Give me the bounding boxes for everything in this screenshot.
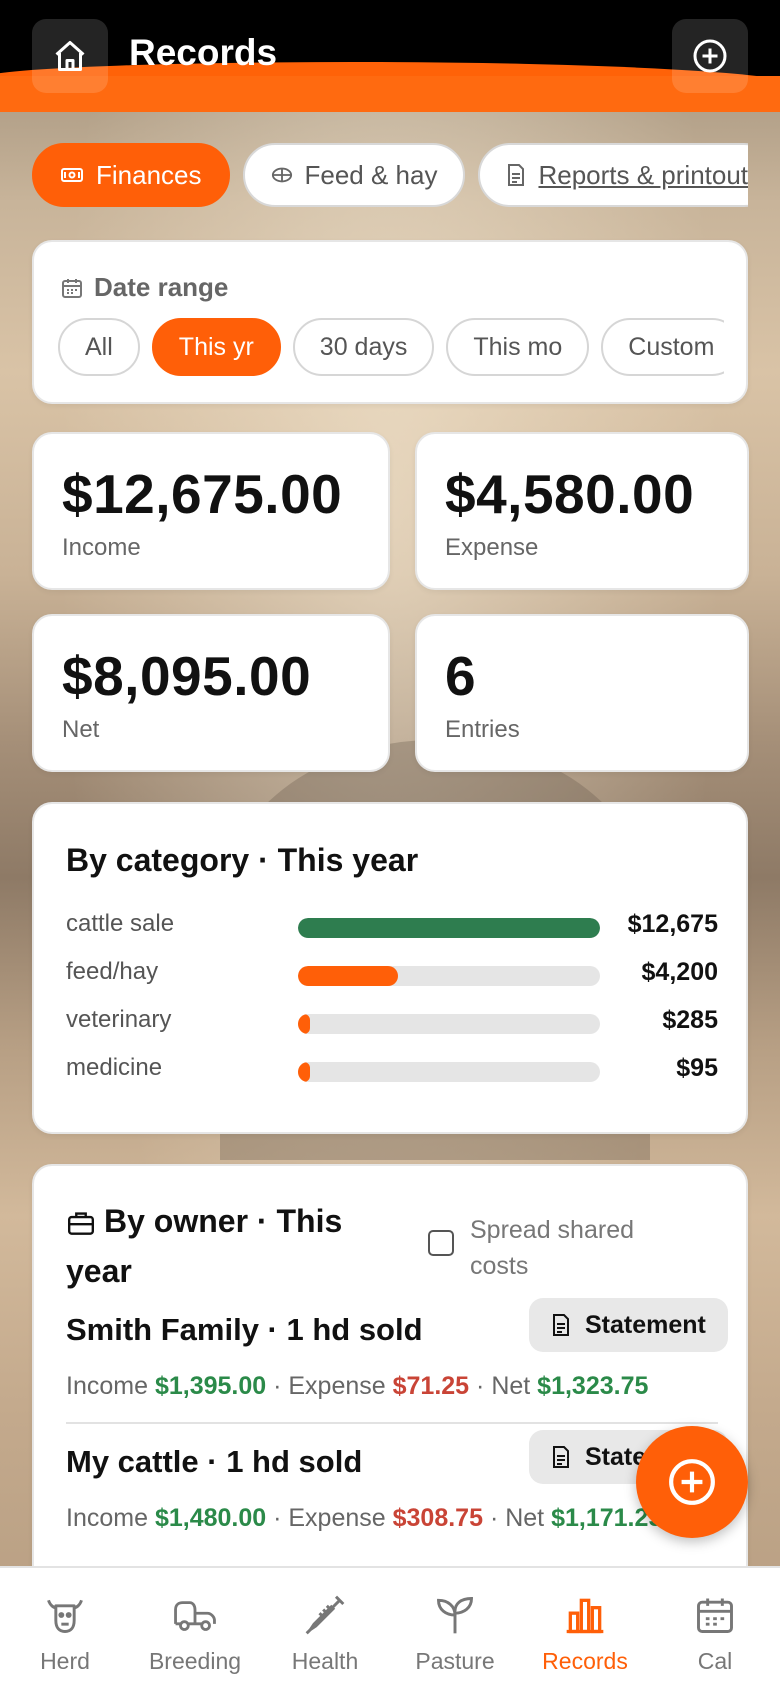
nav-breeding[interactable]: Breeding (130, 1568, 260, 1688)
header-wave-band (0, 76, 780, 112)
owner-summary: Income $1,480.00 · Expense $308.75 · Net… (66, 1504, 663, 1532)
date-range-card: Date range All This yr 30 days This mo C… (32, 240, 748, 404)
statement-button[interactable]: Statement (529, 1298, 728, 1352)
spread-checkbox[interactable] (428, 1230, 454, 1256)
category-bar-track (298, 1062, 600, 1082)
owner-income: $1,395.00 (154, 1372, 267, 1400)
sprout-icon (433, 1590, 477, 1640)
income-value: $12,675.00 (62, 463, 343, 525)
tab-feed-hay[interactable]: Feed & hay (242, 143, 466, 207)
category-row: medicine $95 (66, 1052, 718, 1086)
nav-calendar[interactable]: Cal (650, 1568, 780, 1688)
category-amount: $285 (662, 1006, 718, 1034)
category-name: feed/hay (66, 958, 159, 985)
trailer-icon (172, 1590, 218, 1640)
tab-reports[interactable]: Reports & printout (478, 143, 748, 207)
date-range-chips: All This yr 30 days This mo Custom (58, 318, 724, 378)
spread-shared-costs-toggle[interactable]: Spread shared costs (428, 1212, 670, 1284)
entries-stat-card: 6 Entries (415, 614, 749, 772)
bottom-nav: Herd Breeding Health Pasture Records Cal (0, 1566, 780, 1688)
category-name: veterinary (66, 1006, 172, 1033)
syringe-icon (303, 1590, 347, 1640)
category-bar-track (298, 966, 600, 986)
by-category-title: By category · This year (66, 842, 419, 878)
owner-expense: $308.75 (392, 1504, 483, 1532)
category-row: feed/hay $4,200 (66, 956, 718, 990)
net-value: $8,095.00 (62, 645, 312, 707)
category-amount: $12,675 (627, 910, 718, 938)
page-title: Records (129, 32, 278, 73)
nav-health[interactable]: Health (260, 1568, 390, 1688)
calendar-icon (62, 278, 82, 298)
owner-expense: $71.25 (392, 1372, 470, 1400)
category-bar-fill (298, 918, 600, 938)
money-icon (60, 165, 84, 185)
net-label: Net (62, 716, 100, 743)
home-icon (55, 41, 85, 71)
owner-name: Smith Family · 1 hd sold (66, 1312, 423, 1347)
owner-income: $1,480.00 (154, 1504, 267, 1532)
plus-circle-icon (669, 1459, 715, 1505)
category-name: medicine (66, 1054, 163, 1081)
category-amount: $4,200 (641, 958, 718, 986)
briefcase-icon (66, 1202, 96, 1248)
owner-name: My cattle · 1 hd sold (66, 1444, 363, 1479)
net-stat-card: $8,095.00 Net (32, 614, 390, 772)
add-entry-fab[interactable] (636, 1426, 748, 1538)
document-icon (553, 1314, 569, 1336)
expense-label: Expense (445, 534, 539, 561)
date-range-title: Date range (60, 272, 228, 303)
category-bar-fill (298, 966, 398, 986)
category-bar-fill (298, 1062, 311, 1082)
chip-custom[interactable]: Custom (601, 318, 724, 376)
category-row: veterinary $285 (66, 1004, 718, 1038)
add-record-button[interactable] (672, 19, 748, 93)
tab-finances[interactable]: Finances (32, 143, 230, 207)
category-bar-track (298, 918, 600, 938)
document-icon (506, 163, 526, 187)
cow-icon (42, 1590, 88, 1640)
app-header: Records (0, 0, 780, 112)
plus-circle-icon (693, 39, 727, 73)
category-bar-fill (298, 1014, 311, 1034)
income-stat-card: $12,675.00 Income (32, 432, 390, 590)
nav-records[interactable]: Records (520, 1568, 650, 1688)
owner-summary: Income $1,395.00 · Expense $71.25 · Net … (66, 1372, 649, 1400)
owner-divider (66, 1422, 718, 1424)
owner-net: $1,323.75 (537, 1372, 649, 1400)
calendar-icon (693, 1590, 737, 1640)
entries-label: Entries (445, 716, 520, 743)
chip-all[interactable]: All (58, 318, 140, 376)
nav-herd[interactable]: Herd (0, 1568, 130, 1688)
bar-chart-icon (563, 1590, 607, 1640)
home-button[interactable] (32, 19, 108, 93)
nav-pasture[interactable]: Pasture (390, 1568, 520, 1688)
records-tabs: Finances Feed & hay Reports & printout (32, 143, 748, 209)
expense-value: $4,580.00 (445, 463, 695, 525)
category-row: cattle sale $12,675 (66, 908, 718, 942)
chip-this-month[interactable]: This mo (446, 318, 590, 376)
hay-bale-icon (271, 164, 293, 186)
income-label: Income (62, 534, 141, 561)
by-owner-title: By owner · This year (66, 1202, 343, 1289)
expense-stat-card: $4,580.00 Expense (415, 432, 749, 590)
category-amount: $95 (676, 1054, 718, 1082)
category-name: cattle sale (66, 910, 175, 937)
chip-this-year[interactable]: This yr (151, 318, 281, 376)
spread-label: Spread shared costs (470, 1216, 635, 1280)
document-icon (553, 1446, 569, 1468)
chip-30-days[interactable]: 30 days (292, 318, 435, 376)
category-bar-track (298, 1014, 600, 1034)
by-category-card: By category · This year cattle sale $12,… (32, 802, 748, 1134)
entries-value: 6 (445, 645, 477, 707)
